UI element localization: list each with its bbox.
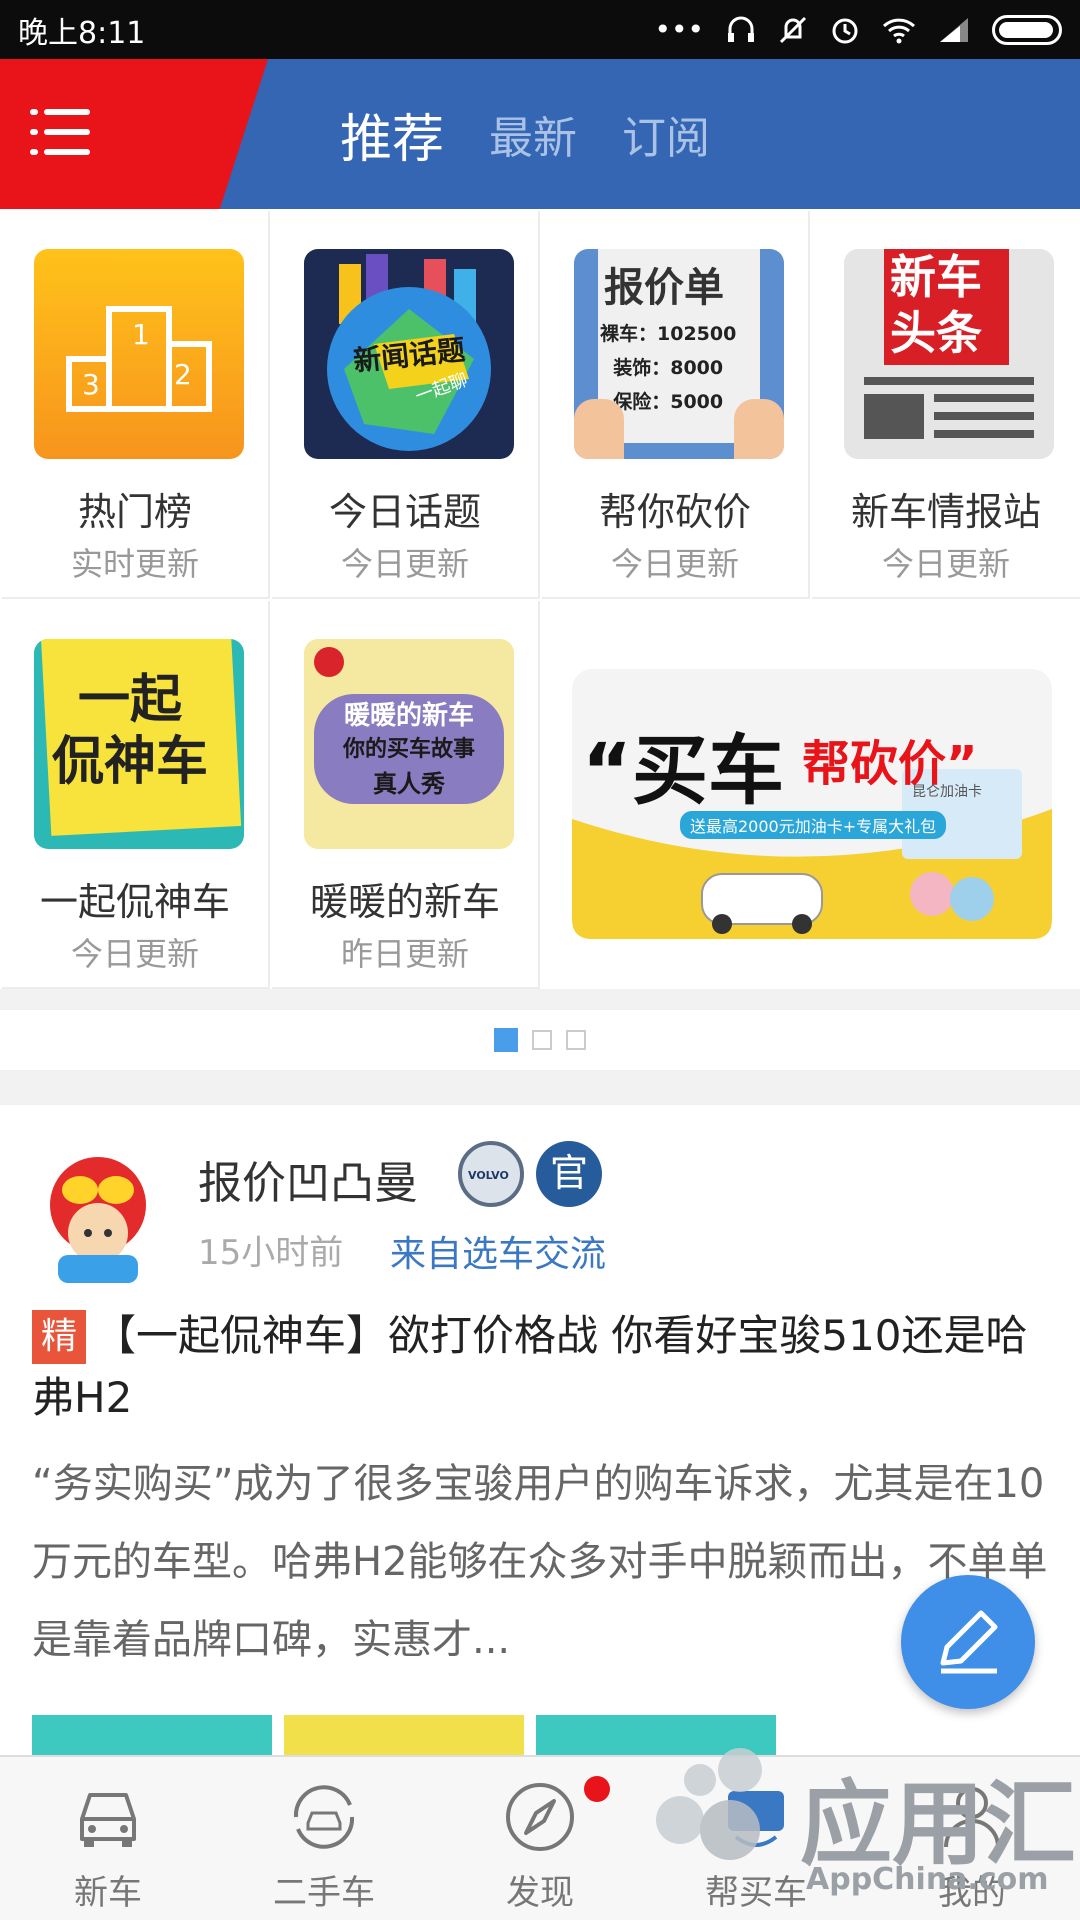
nav-label: 发现 xyxy=(506,1873,574,1913)
tab-latest[interactable]: 最新 xyxy=(489,102,577,166)
grid-item-subtitle: 今日更新 xyxy=(881,545,1010,583)
post-author[interactable]: 报价凹凸曼 xyxy=(198,1147,418,1211)
pager-dot[interactable] xyxy=(566,1030,586,1050)
status-time: 晚上8:11 xyxy=(18,15,146,51)
icon-caption: 暖暖的新车 xyxy=(343,701,474,731)
volvo-badge-icon: VOLVO xyxy=(458,1141,524,1207)
grid-item-new-car-news[interactable]: 新车 头条 新车情报站 今日更新 xyxy=(812,211,1080,599)
compass-icon xyxy=(506,1783,574,1851)
headset-icon xyxy=(728,16,754,42)
story-card-icon: 暖暖的新车 你的买车故事 真人秀 xyxy=(304,639,514,849)
icon-caption-sub: 你的买车故事 xyxy=(342,737,475,762)
icon-caption-sub: 头条 xyxy=(890,306,982,360)
grid-item-title: 今日话题 xyxy=(328,490,481,534)
icon-caption: 报价单 xyxy=(604,265,724,311)
notification-dot xyxy=(584,1776,610,1802)
grid-item-title: 暖暖的新车 xyxy=(309,880,500,924)
status-bar: 晚上8:11 ••• xyxy=(0,0,1080,59)
post-title-text: 【一起侃神车】欲打价格战 你看好宝骏510还是哈弗H2 xyxy=(32,1311,1028,1422)
alarm-icon xyxy=(832,18,858,43)
pager-dot[interactable] xyxy=(532,1030,552,1050)
podium-icon: 1 2 3 xyxy=(34,249,244,459)
app-screen: 晚上8:11 ••• 推荐 最新 订阅 1 2 3 热门榜 实时更新 新闻话题 … xyxy=(0,0,1080,1920)
icon-caption-sub: 侃神车 xyxy=(52,732,209,792)
post-thumbnail[interactable] xyxy=(284,1715,524,1755)
post-title[interactable]: 精【一起侃神车】欲打价格战 你看好宝骏510还是哈弗H2 xyxy=(32,1305,1052,1429)
post-source-link[interactable]: 来自选车交流 xyxy=(390,1225,606,1277)
svg-text:1: 1 xyxy=(132,318,150,351)
nav-discover[interactable]: 发现 xyxy=(432,1757,648,1920)
icon-caption: 新车 xyxy=(890,250,982,304)
news-topic-icon: 新闻话题 一起聊 xyxy=(304,249,514,459)
newspaper-icon: 新车 头条 xyxy=(844,249,1054,459)
compose-fab[interactable] xyxy=(901,1575,1035,1709)
sticky-note-icon: 一起 侃神车 xyxy=(34,639,244,849)
grid-item-warm-new-car[interactable]: 暖暖的新车 你的买车故事 真人秀 暖暖的新车 昨日更新 xyxy=(272,601,540,989)
grid-item-hot-list[interactable]: 1 2 3 热门榜 实时更新 xyxy=(2,211,270,599)
top-header: 推荐 最新 订阅 xyxy=(0,59,1080,209)
pager-dot-active[interactable] xyxy=(494,1028,518,1052)
official-badge: 官 xyxy=(536,1141,602,1207)
wifi-icon xyxy=(882,18,916,43)
carousel-pager xyxy=(0,1010,1080,1070)
more-dots-icon: ••• xyxy=(654,13,704,46)
grid-item-today-topic[interactable]: 新闻话题 一起聊 今日话题 今日更新 xyxy=(272,211,540,599)
signal-icon xyxy=(940,17,968,42)
feature-grid: 1 2 3 热门榜 实时更新 新闻话题 一起聊 今日话题 今日更新 报价单 裸车… xyxy=(0,209,1080,989)
icon-caption-sub2: 真人秀 xyxy=(373,770,445,798)
banner-card-label: 昆仑加油卡 xyxy=(912,784,982,800)
mute-icon xyxy=(779,16,807,43)
promo-banner[interactable]: “买车 帮砍价” 送最高2000元加油卡+专属大礼包 昆仑加油卡 xyxy=(572,639,1052,969)
battery-icon xyxy=(992,14,1062,45)
banner-tagline: 送最高2000元加油卡+专属大礼包 xyxy=(680,811,947,839)
grid-item-title: 一起侃神车 xyxy=(39,880,230,924)
used-car-icon xyxy=(293,1785,355,1849)
price-sheet-icon: 报价单 裸车：102500 装饰：8000 保险：5000 xyxy=(574,249,784,459)
post-time: 15小时前 xyxy=(198,1233,344,1273)
icon-caption: 一起 xyxy=(78,670,183,730)
watermark-subtext: AppChina.com xyxy=(806,1862,1049,1897)
featured-tag: 精 xyxy=(32,1310,86,1364)
grid-item-title: 热门榜 xyxy=(77,490,192,534)
car-icon xyxy=(80,1793,136,1847)
grid-item-chat-cars[interactable]: 一起 侃神车 一起侃神车 今日更新 xyxy=(2,601,270,989)
nav-label: 新车 xyxy=(74,1873,142,1913)
post-body[interactable]: “务实购买”成为了很多宝骏用户的购车诉求，尤其是在10万元的车型。哈弗H2能够在… xyxy=(32,1445,1052,1679)
grid-item-subtitle: 今日更新 xyxy=(610,545,739,583)
banner-headline-a: “买车 xyxy=(582,726,784,815)
grid-item-subtitle: 今日更新 xyxy=(70,935,199,973)
tab-recommended[interactable]: 推荐 xyxy=(340,97,444,172)
grid-item-bargain[interactable]: 报价单 裸车：102500 装饰：8000 保险：5000 帮你砍价 今日更新 xyxy=(542,211,810,599)
status-icons: ••• xyxy=(654,13,1062,46)
nav-used-car[interactable]: 二手车 xyxy=(216,1757,432,1920)
grid-item-title: 新车情报站 xyxy=(850,490,1041,534)
grid-item-subtitle: 昨日更新 xyxy=(340,935,469,973)
hamburger-menu-icon[interactable] xyxy=(30,109,90,155)
header-tabs: 推荐 最新 订阅 xyxy=(340,59,710,209)
grid-item-subtitle: 实时更新 xyxy=(70,545,199,583)
tab-subscribed[interactable]: 订阅 xyxy=(622,102,710,166)
avatar[interactable] xyxy=(28,1145,168,1285)
pencil-icon xyxy=(940,1610,998,1674)
svg-text:2: 2 xyxy=(174,358,192,391)
post-thumbnail[interactable] xyxy=(32,1715,272,1755)
grid-item-subtitle: 今日更新 xyxy=(340,545,469,583)
price-lines: 裸车：102500 装饰：8000 保险：5000 xyxy=(600,323,737,413)
nav-new-car[interactable]: 新车 xyxy=(0,1757,216,1920)
grid-item-title: 帮你砍价 xyxy=(598,490,751,534)
svg-text:3: 3 xyxy=(82,368,100,401)
nav-label: 二手车 xyxy=(273,1873,375,1913)
